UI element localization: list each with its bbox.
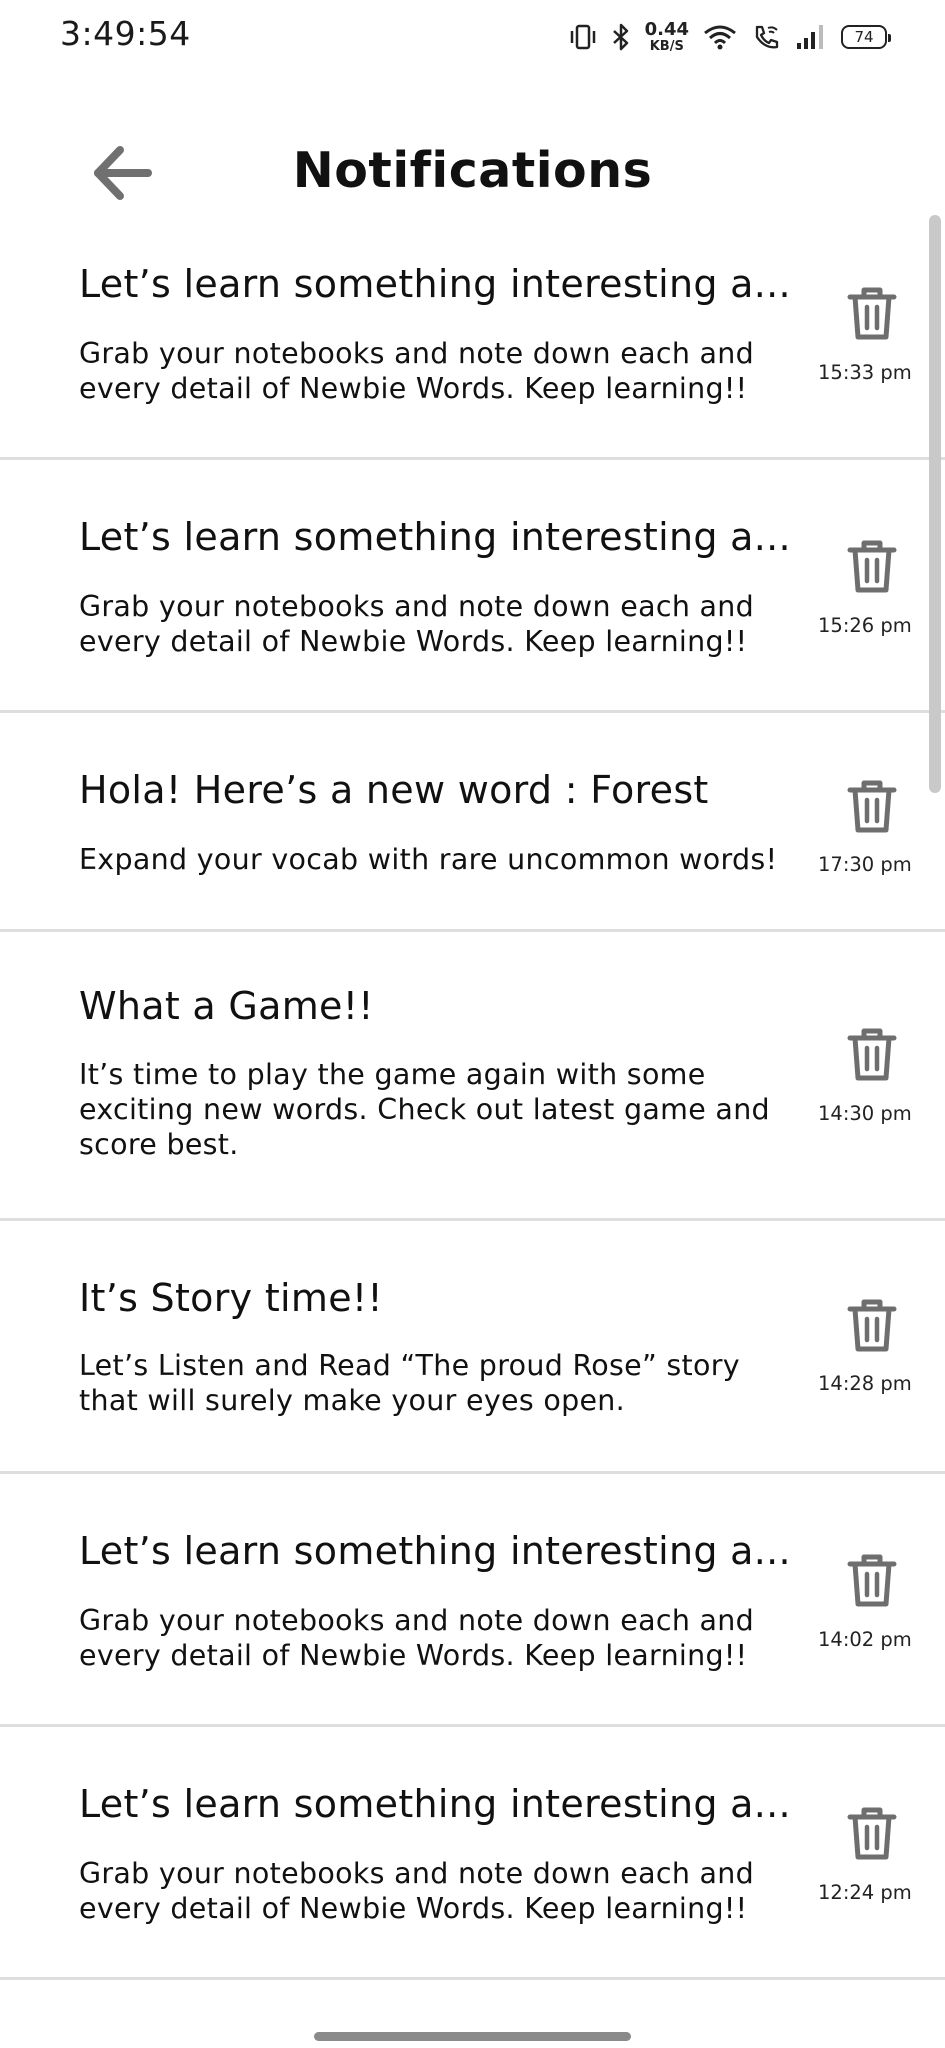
notification-time: 17:30 pm [818,853,912,876]
notification-title: Let’s learn something interesting a... [79,1529,791,1573]
trash-icon [847,1554,897,1607]
notification-body: Let’s Listen and Read “The proud Rose” s… [79,1349,740,1417]
vibrate-icon [569,22,597,52]
delete-button[interactable] [843,1802,901,1864]
page-title: Notifications [292,142,653,199]
delete-button[interactable] [843,1549,901,1611]
trash-icon [847,780,897,833]
delete-button[interactable] [843,535,901,597]
scrollbar-thumb[interactable] [929,215,941,793]
delete-button[interactable] [843,1294,901,1356]
notification-item[interactable]: Let’s learn something interesting a... G… [0,205,945,460]
notification-title: What a Game!! [79,984,374,1028]
trash-icon [847,1299,897,1352]
notification-title: Hola! Here’s a new word : Forest [79,768,709,812]
delete-button[interactable] [843,775,901,837]
notification-item[interactable]: It’s Story time!! Let’s Listen and Read … [0,1221,945,1474]
notification-body: It’s time to play the game again with so… [79,1058,770,1161]
notification-item[interactable]: Let’s learn something interesting a... G… [0,1727,945,1980]
notification-item[interactable]: What a Game!! It’s time to play the game… [0,932,945,1221]
notification-time: 15:33 pm [818,361,912,384]
bluetooth-icon [611,22,631,52]
status-bar: 3:49:54 0.44 KB/S 74 [0,0,945,72]
net-speed-value: 0.44 [644,19,689,40]
status-time: 3:49:54 [60,14,191,53]
notification-title: Let’s learn something interesting a... [79,262,791,306]
delete-button[interactable] [843,282,901,344]
notification-time: 14:30 pm [818,1102,912,1125]
notification-title: Let’s learn something interesting a... [79,1782,791,1826]
notification-time: 12:24 pm [818,1881,912,1904]
notification-body: Grab your notebooks and note down each a… [79,1604,755,1672]
notification-title: Let’s learn something interesting a... [79,515,791,559]
trash-icon [847,540,897,593]
notification-time: 14:28 pm [818,1372,912,1395]
wifi-call-icon [751,22,781,52]
wifi-icon [703,23,737,51]
notification-time: 15:26 pm [818,614,912,637]
notification-body: Grab your notebooks and note down each a… [79,590,755,658]
delete-button[interactable] [843,1023,901,1085]
home-indicator[interactable] [314,2032,631,2041]
notification-body: Grab your notebooks and note down each a… [79,337,755,405]
notification-title: It’s Story time!! [79,1276,383,1320]
notification-item[interactable]: Let’s learn something interesting a... G… [0,1474,945,1727]
notification-item[interactable]: Hola! Here’s a new word : Forest Expand … [0,713,945,932]
status-icons: 0.44 KB/S 74 [569,14,891,60]
notification-body: Expand your vocab with rare uncommon wor… [79,843,778,876]
net-speed: 0.44 KB/S [644,19,689,54]
notification-list: Let’s learn something interesting a... G… [0,205,945,1980]
battery-icon: 74 [841,25,891,49]
trash-icon [847,1807,897,1860]
notification-item[interactable]: Let’s learn something interesting a... G… [0,460,945,713]
trash-icon [847,287,897,340]
net-speed-unit: KB/S [649,39,684,54]
notification-time: 14:02 pm [818,1628,912,1651]
signal-icon [795,23,827,51]
notification-body: Grab your notebooks and note down each a… [79,1857,755,1925]
trash-icon [847,1028,897,1081]
